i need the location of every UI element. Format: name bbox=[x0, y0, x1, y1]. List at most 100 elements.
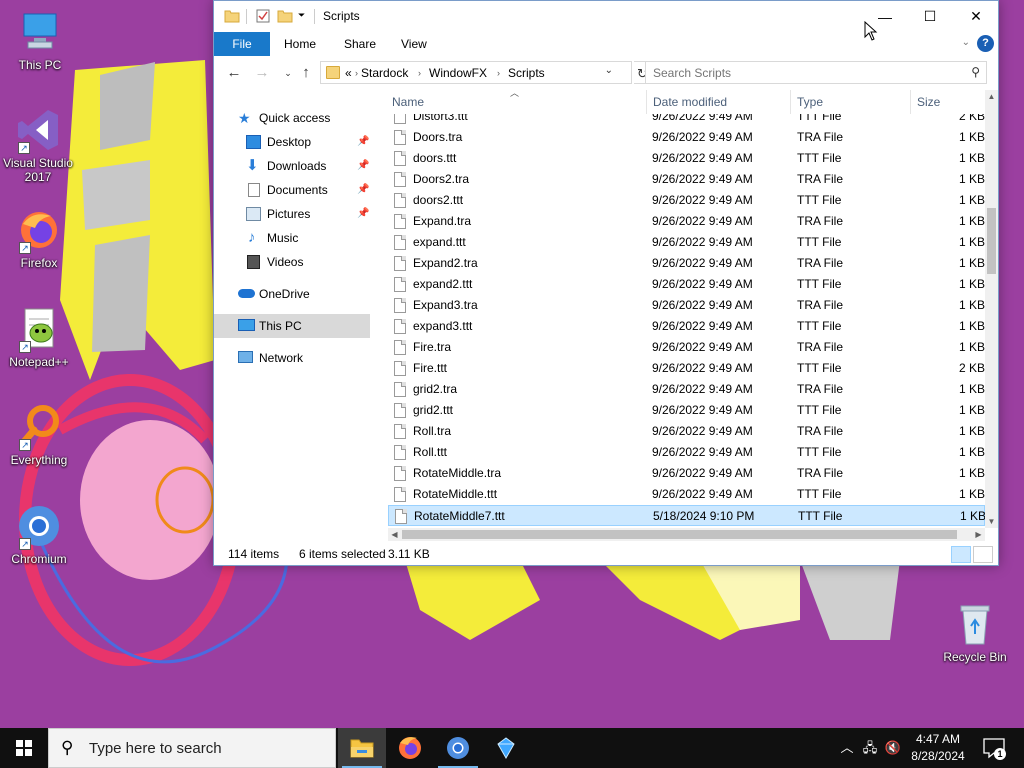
breadcrumb-overflow[interactable]: « bbox=[345, 66, 352, 80]
customize-qa-dropdown-icon[interactable]: ⏷ bbox=[298, 10, 305, 27]
nav-item-music[interactable]: ♪ Music bbox=[214, 226, 370, 250]
file-row[interactable]: RotateMiddle7.ttt 5/18/2024 9:10 PM TTT Fi… bbox=[388, 505, 985, 526]
taskbar-app-firefox[interactable] bbox=[386, 728, 434, 768]
column-divider[interactable] bbox=[790, 90, 791, 114]
taskbar-search-box[interactable]: ⚲ Type here to search bbox=[48, 728, 336, 768]
breadcrumb-scripts[interactable]: Scripts bbox=[508, 66, 545, 80]
search-box[interactable]: ⚲ bbox=[645, 61, 987, 84]
desktop-icon-everything[interactable]: ↗ Everything bbox=[1, 403, 77, 467]
nav-item-quick-access[interactable]: ★ Quick access bbox=[214, 106, 370, 130]
column-header-name[interactable]: Name bbox=[392, 95, 424, 109]
close-button[interactable]: ✕ bbox=[953, 1, 999, 32]
desktop-icon-notepadpp[interactable]: ↗ Notepad++ bbox=[1, 305, 77, 369]
file-row[interactable]: RotateMiddle.ttt 9/26/2022 9:49 AM TTT Fil… bbox=[388, 484, 985, 505]
file-row[interactable]: expand.ttt 9/26/2022 9:49 AM TTT File 1 KB bbox=[388, 232, 985, 253]
network-status-icon[interactable]: 🖧 bbox=[859, 728, 881, 768]
taskbar-app-file-explorer[interactable] bbox=[338, 728, 386, 768]
file-type: TTT File bbox=[798, 509, 843, 523]
windows-logo-icon bbox=[16, 740, 32, 756]
scroll-left-icon[interactable]: ◀ bbox=[388, 528, 401, 541]
action-center-button[interactable]: 1 bbox=[976, 728, 1012, 768]
details-view-icon[interactable] bbox=[951, 546, 971, 563]
help-button[interactable]: ? bbox=[977, 35, 994, 52]
new-folder-icon[interactable] bbox=[277, 8, 293, 25]
large-icons-view-icon[interactable] bbox=[973, 546, 993, 563]
pin-icon[interactable]: 📌 bbox=[357, 130, 369, 154]
column-header-date[interactable]: Date modified bbox=[653, 95, 727, 109]
taskbar-app-stardock[interactable] bbox=[482, 728, 530, 768]
file-row[interactable]: Roll.ttt 9/26/2022 9:49 AM TTT File 1 KB bbox=[388, 442, 985, 463]
tab-share[interactable]: Share bbox=[330, 32, 390, 56]
title-bar[interactable]: ⏷ Scripts — ☐ ✕ bbox=[214, 1, 998, 32]
up-arrow-icon[interactable]: ↑ bbox=[294, 62, 318, 84]
address-bar[interactable]: « › Stardock › WindowFX › Scripts ⌄ bbox=[320, 61, 632, 84]
column-divider[interactable] bbox=[646, 90, 647, 114]
file-row[interactable]: Expand2.tra 9/26/2022 9:49 AM TRA File 1 KB bbox=[388, 253, 985, 274]
file-row[interactable]: Fire.tra 9/26/2022 9:49 AM TRA File 1 KB bbox=[388, 337, 985, 358]
file-row[interactable]: doors2.ttt 9/26/2022 9:49 AM TTT File 1 KB bbox=[388, 190, 985, 211]
file-row[interactable]: grid2.ttt 9/26/2022 9:49 AM TTT File 1 KB bbox=[388, 400, 985, 421]
shortcut-arrow-icon: ↗ bbox=[19, 538, 31, 550]
tab-home[interactable]: Home bbox=[270, 32, 330, 56]
file-row[interactable]: expand2.ttt 9/26/2022 9:49 AM TTT File 1 KB bbox=[388, 274, 985, 295]
scrollbar-thumb[interactable] bbox=[987, 208, 996, 274]
nav-item-videos[interactable]: Videos bbox=[214, 250, 370, 274]
column-header-type[interactable]: Type bbox=[797, 95, 823, 109]
file-size: 1 KB bbox=[959, 277, 985, 291]
file-date-modified: 9/26/2022 9:49 AM bbox=[652, 403, 753, 417]
address-dropdown-icon[interactable]: ⌄ bbox=[605, 65, 613, 76]
scroll-up-icon[interactable]: ▲ bbox=[985, 90, 998, 103]
file-row[interactable]: Roll.tra 9/26/2022 9:49 AM TRA File 1 KB bbox=[388, 421, 985, 442]
breadcrumb-windowfx[interactable]: WindowFX bbox=[429, 66, 487, 80]
desktop-icon-visual-studio[interactable]: ↗ Visual Studio 2017 bbox=[0, 106, 76, 184]
pin-icon[interactable]: 📌 bbox=[357, 154, 369, 178]
tab-view[interactable]: View bbox=[387, 32, 441, 56]
desktop-icon-firefox[interactable]: ↗ Firefox bbox=[1, 206, 77, 270]
taskbar-clock[interactable]: 4:47 AM 8/28/2024 bbox=[905, 731, 971, 765]
pin-icon[interactable]: 📌 bbox=[357, 202, 369, 226]
pin-icon[interactable]: 📌 bbox=[357, 178, 369, 202]
desktop-icon-this-pc[interactable]: This PC bbox=[2, 8, 78, 72]
nav-item-network[interactable]: Network bbox=[214, 346, 370, 370]
nav-item-onedrive[interactable]: OneDrive bbox=[214, 282, 370, 306]
file-name: grid2.tra bbox=[413, 382, 458, 396]
file-row[interactable]: expand3.ttt 9/26/2022 9:49 AM TTT File 1 KB bbox=[388, 316, 985, 337]
maximize-button[interactable]: ☐ bbox=[907, 1, 953, 32]
breadcrumb-stardock[interactable]: Stardock bbox=[361, 66, 408, 80]
nav-item-downloads[interactable]: ⬇ Downloads 📌 bbox=[214, 154, 370, 178]
file-row[interactable]: grid2.tra 9/26/2022 9:49 AM TRA File 1 KB bbox=[388, 379, 985, 400]
volume-muted-icon[interactable]: 🔇 bbox=[882, 728, 904, 768]
column-header-size[interactable]: Size bbox=[917, 95, 940, 109]
desktop-icon-chromium[interactable]: ↗ Chromium bbox=[1, 502, 77, 566]
column-divider[interactable] bbox=[910, 90, 911, 114]
file-row[interactable]: doors.ttt 9/26/2022 9:49 AM TTT File 1 KB bbox=[388, 148, 985, 169]
back-arrow-icon[interactable]: ← bbox=[222, 62, 246, 84]
nav-item-this-pc[interactable]: This PC bbox=[214, 314, 370, 338]
file-row[interactable]: Expand3.tra 9/26/2022 9:49 AM TRA File 1 KB bbox=[388, 295, 985, 316]
properties-icon[interactable] bbox=[255, 8, 271, 25]
taskbar-app-chromium[interactable] bbox=[434, 728, 482, 768]
forward-arrow-icon[interactable]: → bbox=[250, 62, 274, 84]
file-row[interactable]: Fire.ttt 9/26/2022 9:49 AM TTT File 2 KB bbox=[388, 358, 985, 379]
start-button[interactable] bbox=[0, 728, 48, 768]
scroll-down-icon[interactable]: ▼ bbox=[985, 515, 998, 528]
file-row[interactable]: Doors2.tra 9/26/2022 9:49 AM TRA File 1 KB bbox=[388, 169, 985, 190]
file-row[interactable]: RotateMiddle.tra 9/26/2022 9:49 AM TRA Fil… bbox=[388, 463, 985, 484]
tab-file[interactable]: File bbox=[214, 32, 270, 56]
file-row[interactable]: Doors.tra 9/26/2022 9:49 AM TRA File 1 KB bbox=[388, 127, 985, 148]
nav-item-desktop[interactable]: Desktop 📌 bbox=[214, 130, 370, 154]
scroll-right-icon[interactable]: ▶ bbox=[972, 528, 985, 541]
file-row[interactable]: Expand.tra 9/26/2022 9:49 AM TRA File 1 KB bbox=[388, 211, 985, 232]
documents-icon bbox=[248, 183, 260, 197]
search-input[interactable] bbox=[653, 66, 953, 80]
horizontal-scrollbar[interactable]: ◀ ▶ bbox=[388, 528, 985, 541]
nav-item-documents[interactable]: Documents 📌 bbox=[214, 178, 370, 202]
show-hidden-icons-chevron-icon[interactable]: ︿ bbox=[837, 728, 857, 768]
nav-item-pictures[interactable]: Pictures 📌 bbox=[214, 202, 370, 226]
file-icon bbox=[394, 235, 406, 250]
vertical-scrollbar[interactable]: ▲ ▼ bbox=[985, 90, 998, 528]
file-icon bbox=[394, 445, 406, 460]
expand-ribbon-icon[interactable]: ⌄ bbox=[962, 37, 970, 48]
scrollbar-thumb[interactable] bbox=[402, 530, 957, 539]
desktop-icon-recycle-bin[interactable]: Recycle Bin bbox=[937, 600, 1013, 664]
